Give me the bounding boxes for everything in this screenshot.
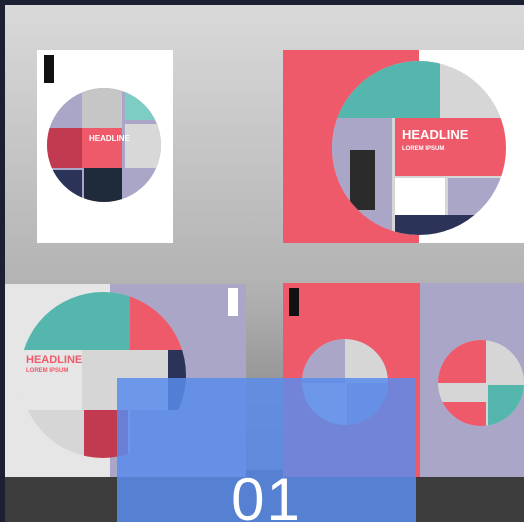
- card-number: 01: [231, 466, 302, 522]
- brochure-cover-1: HEADLINE: [37, 50, 173, 243]
- brochure-subheadline-3: LOREM IPSUM: [26, 368, 68, 374]
- brochure-cover-2: HEADLINE LOREM IPSUM: [283, 50, 524, 243]
- brochure-headline-1: HEADLINE: [89, 134, 131, 143]
- brochure-headline-3: HEADLINE: [26, 354, 82, 366]
- card-label: 01: [117, 378, 416, 522]
- template-preview: HEADLINE HEADLINE LOREM IPSUM HEADLINE L…: [0, 0, 524, 522]
- brochure-headline-2: HEADLINE: [402, 127, 469, 142]
- brochure-subheadline-2: LOREM IPSUM: [402, 146, 444, 152]
